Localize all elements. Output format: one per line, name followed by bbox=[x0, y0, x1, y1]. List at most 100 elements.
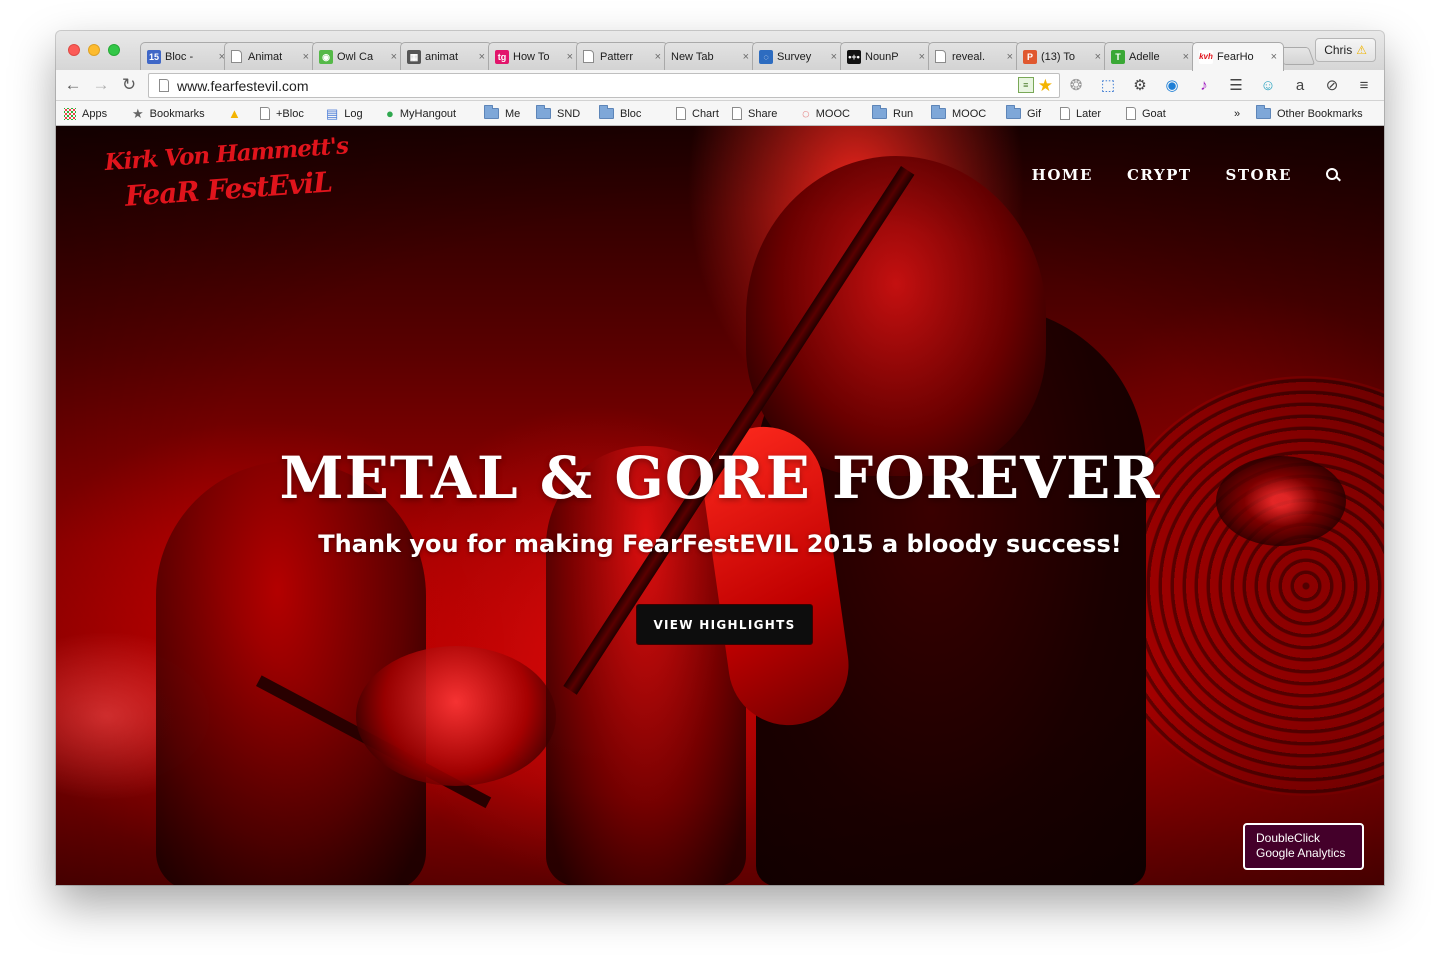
p-icon: P bbox=[1023, 49, 1037, 64]
tg-icon: tg bbox=[495, 49, 509, 64]
page-icon bbox=[159, 79, 169, 92]
close-tab-icon[interactable]: × bbox=[479, 51, 485, 63]
profile-button[interactable]: Chris ⚠ bbox=[1315, 38, 1376, 62]
bookmark-item[interactable]: +Bloc bbox=[260, 105, 304, 122]
bookmark-item[interactable]: ▲ bbox=[228, 105, 247, 122]
bookmark-item[interactable]: Gif bbox=[1006, 105, 1041, 122]
tab-title: How To bbox=[513, 50, 550, 63]
bookmark-item[interactable]: Share bbox=[732, 105, 777, 122]
bookmark-item[interactable]: ▤ Log bbox=[326, 105, 363, 122]
reader-icon[interactable]: ≡ bbox=[1017, 77, 1034, 93]
compass-extension-icon[interactable]: ⊘ bbox=[1322, 76, 1342, 96]
browser-tab[interactable]: •+• NounP × bbox=[840, 42, 932, 70]
browser-tab[interactable]: ◉ Owl Ca × bbox=[312, 42, 404, 70]
close-tab-icon[interactable]: × bbox=[1183, 51, 1189, 63]
site-logo[interactable]: Kirk Von Hammett's FeaR FestEviL bbox=[103, 129, 349, 225]
forward-arrow-icon[interactable]: → bbox=[90, 74, 112, 96]
close-tab-icon[interactable]: × bbox=[743, 51, 749, 63]
screenshot-extension-icon[interactable]: ⬚ bbox=[1098, 76, 1118, 96]
badge-line-1: DoubleClick bbox=[1256, 831, 1321, 845]
noun-project-icon: •+• bbox=[847, 49, 861, 64]
bookmark-item[interactable]: Me bbox=[484, 105, 520, 122]
close-tab-icon[interactable]: × bbox=[391, 51, 397, 63]
bookmark-item[interactable]: Chart bbox=[676, 105, 719, 122]
bookmark-item[interactable]: Apps bbox=[64, 105, 107, 122]
close-tab-icon[interactable]: × bbox=[831, 51, 837, 63]
close-tab-icon[interactable]: × bbox=[655, 51, 661, 63]
folder-icon bbox=[931, 105, 946, 119]
bookmark-star-icon[interactable]: ★ bbox=[1038, 77, 1053, 94]
close-window-button[interactable] bbox=[68, 44, 80, 56]
browser-tab[interactable]: Patterr × bbox=[576, 42, 668, 70]
close-tab-icon[interactable]: × bbox=[567, 51, 573, 63]
close-tab-icon[interactable]: × bbox=[1271, 51, 1277, 63]
bookmark-item[interactable]: ◌ MOOC bbox=[802, 105, 850, 122]
apps-icon bbox=[64, 107, 76, 120]
bookmark-label: Me bbox=[505, 107, 521, 120]
bookmark-item[interactable]: Run bbox=[872, 105, 913, 122]
bookmark-item[interactable]: SND bbox=[536, 105, 580, 122]
bookmark-label: Bookmarks bbox=[149, 107, 205, 120]
close-tab-icon[interactable]: × bbox=[1095, 51, 1101, 63]
buffer-extension-icon[interactable]: ☰ bbox=[1226, 76, 1246, 96]
owl-icon: ◉ bbox=[319, 49, 333, 64]
tab-title: New Tab bbox=[671, 50, 714, 63]
browser-tab[interactable]: ◌ Survey × bbox=[752, 42, 844, 70]
browser-tab[interactable]: Animat × bbox=[224, 42, 316, 70]
other-bookmarks-folder[interactable]: Other Bookmarks bbox=[1256, 105, 1363, 122]
ghostery-extension-icon[interactable]: ☺ bbox=[1258, 76, 1278, 96]
browser-tab[interactable]: reveal. × bbox=[928, 42, 1020, 70]
reload-icon[interactable]: ↻ bbox=[118, 74, 140, 96]
browser-tab[interactable]: New Tab × bbox=[664, 42, 756, 70]
tab-title: NounP bbox=[865, 50, 899, 63]
sync-extension-icon[interactable]: ❂ bbox=[1066, 76, 1086, 96]
back-arrow-icon[interactable]: ← bbox=[62, 74, 84, 96]
zoom-window-button[interactable] bbox=[108, 44, 120, 56]
survey-icon: ◌ bbox=[759, 49, 773, 64]
tab-title: Owl Ca bbox=[337, 50, 374, 63]
close-tab-icon[interactable]: × bbox=[1007, 51, 1013, 63]
bookmark-item[interactable]: Bloc bbox=[599, 105, 641, 122]
browser-tab[interactable]: 15 Bloc - × bbox=[140, 42, 232, 70]
grid-icon: ▦ bbox=[407, 49, 421, 64]
browser-tab[interactable]: ▦ animat × bbox=[400, 42, 492, 70]
tab-title: (13) To bbox=[1041, 50, 1076, 63]
page-icon bbox=[1126, 107, 1136, 120]
bookmark-item[interactable]: ● MyHangout bbox=[386, 105, 456, 122]
bookmark-item[interactable]: MOOC bbox=[931, 105, 986, 122]
browser-tab[interactable]: T Adelle × bbox=[1104, 42, 1196, 70]
close-tab-icon[interactable]: × bbox=[919, 51, 925, 63]
browser-tab[interactable]: kvh FearHo × bbox=[1192, 42, 1284, 71]
globe-extension-icon[interactable]: ◉ bbox=[1162, 76, 1182, 96]
bookmark-item[interactable]: Goat bbox=[1126, 105, 1166, 122]
page-icon bbox=[935, 50, 946, 63]
browser-tab[interactable]: P (13) To × bbox=[1016, 42, 1108, 70]
warning-icon: ⚠ bbox=[1356, 43, 1367, 57]
nav-store-link[interactable]: STORE bbox=[1226, 166, 1292, 184]
doubleclick-analytics-badge[interactable]: DoubleClick Google Analytics bbox=[1243, 823, 1364, 870]
address-bar[interactable]: www.fearfestevil.com ≡ ★ bbox=[148, 73, 1060, 98]
folder-icon bbox=[872, 105, 887, 119]
amazon-extension-icon[interactable]: a bbox=[1290, 76, 1310, 96]
bookmark-item[interactable]: Later bbox=[1060, 105, 1101, 122]
minimize-window-button[interactable] bbox=[88, 44, 100, 56]
calendar-15-icon: 15 bbox=[147, 49, 161, 64]
bookmark-item[interactable]: ★ Bookmarks bbox=[132, 105, 205, 122]
nav-home-link[interactable]: HOME bbox=[1032, 166, 1093, 184]
search-icon[interactable] bbox=[1326, 168, 1340, 182]
tab-title: Animat bbox=[248, 50, 283, 63]
folder-icon bbox=[1256, 105, 1271, 119]
url-text: www.fearfestevil.com bbox=[177, 77, 309, 94]
menu-icon[interactable]: ≡ bbox=[1354, 76, 1374, 96]
bookmarks-overflow-button[interactable]: » bbox=[1234, 105, 1240, 122]
music-extension-icon[interactable]: ♪ bbox=[1194, 76, 1214, 96]
bookmark-label: Apps bbox=[82, 107, 108, 120]
page-icon bbox=[260, 107, 270, 120]
site-navigation: HOME CRYPT STORE bbox=[1032, 166, 1340, 184]
browser-tab[interactable]: tg How To × bbox=[488, 42, 580, 70]
view-highlights-button[interactable]: VIEW HIGHLIGHTS bbox=[636, 604, 813, 645]
bookmark-label: +Bloc bbox=[276, 107, 304, 120]
nav-crypt-link[interactable]: CRYPT bbox=[1127, 166, 1192, 184]
close-tab-icon[interactable]: × bbox=[303, 51, 309, 63]
settings-extension-icon[interactable]: ⚙ bbox=[1130, 76, 1150, 96]
